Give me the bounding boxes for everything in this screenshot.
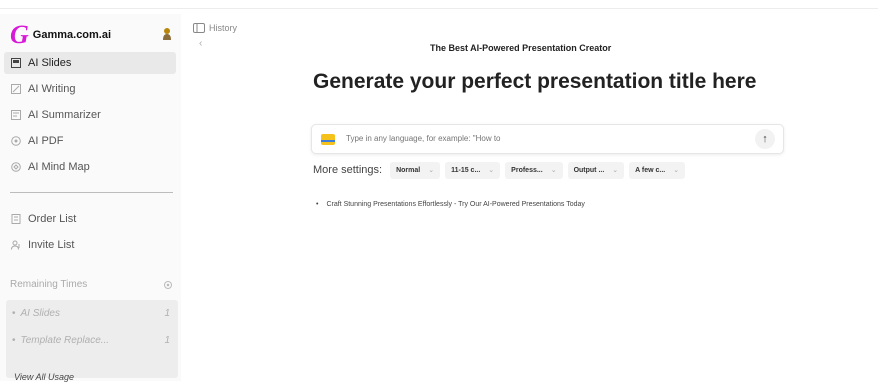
arrow-up-icon: ↑ (762, 133, 768, 145)
sidebar-item-ai-summarizer[interactable]: AI Summarizer (4, 104, 176, 126)
setting-dropdown-output[interactable]: Output ... ⌄ (567, 161, 625, 179)
usage-label: Template Replace... (20, 334, 110, 346)
usage-row: • Template Replace... 1 (12, 334, 170, 346)
logo-text: Gamma.com.ai (32, 29, 112, 41)
sidebar: G Gamma.com.ai AI Slides AI Writing AI S… (0, 14, 181, 382)
setting-value: A few c... (635, 166, 666, 174)
sidebar-item-label: Invite List (28, 239, 75, 251)
mindmap-icon (10, 161, 22, 173)
sidebar-item-ai-mind-map[interactable]: AI Mind Map (4, 156, 176, 178)
logo-mark: G (10, 20, 29, 49)
history-button[interactable]: History (193, 21, 237, 35)
usage-panel: • AI Slides 1 • Template Replace... 1 Vi… (6, 300, 178, 382)
sidebar-item-label: AI Summarizer (28, 109, 101, 121)
setting-value: Output ... (573, 166, 605, 174)
page-subtitle: The Best AI-Powered Presentation Creator (430, 43, 612, 53)
sidebar-item-ai-pdf[interactable]: AI PDF (4, 130, 176, 152)
sidebar-item-ai-slides[interactable]: AI Slides (4, 52, 176, 74)
chevron-down-icon: ⌄ (673, 167, 680, 174)
chevron-down-icon: ⌄ (550, 167, 557, 174)
setting-value: Normal (396, 166, 421, 174)
settings-label: More settings: (313, 164, 383, 176)
collapse-chevron-icon[interactable]: ‹ (199, 38, 202, 49)
usage-count: 1 (164, 307, 170, 319)
slides-icon (10, 57, 22, 69)
setting-dropdown-length[interactable]: 11-15 c... ⌄ (445, 161, 501, 179)
settings-icon[interactable] (163, 280, 173, 290)
usage-count: 1 (164, 334, 170, 346)
sidebar-item-label: AI Mind Map (28, 161, 90, 173)
suggestion-text: Craft Stunning Presentations Effortlessl… (326, 201, 585, 208)
writing-icon (10, 83, 22, 95)
setting-value: 11-15 c... (451, 166, 481, 174)
settings-row: More settings: Normal ⌄ 11-15 c... ⌄ Profe… (313, 161, 690, 179)
setting-dropdown-tone[interactable]: Normal ⌄ (390, 161, 441, 179)
sidebar-item-label: Order List (28, 213, 77, 225)
suggestion-item[interactable]: • Craft Stunning Presentations Effortless… (316, 201, 585, 208)
sidebar-item-invite-list[interactable]: Invite List (4, 234, 176, 256)
prompt-input[interactable] (346, 134, 736, 143)
sidebar-item-label: AI Writing (28, 83, 76, 95)
top-divider (0, 8, 878, 9)
invite-icon (10, 239, 22, 251)
sidebar-divider (10, 192, 173, 193)
chevron-down-icon: ⌄ (612, 167, 619, 174)
pdf-icon (10, 135, 22, 147)
order-icon (10, 213, 22, 225)
send-button[interactable]: ↑ (755, 129, 775, 149)
setting-value: Profess... (511, 166, 543, 174)
logo[interactable]: G Gamma.com.ai (10, 22, 111, 48)
chevron-down-icon: ⌄ (428, 167, 435, 174)
usage-row: • AI Slides 1 (12, 307, 170, 319)
chevron-down-icon: ⌄ (488, 167, 495, 174)
remaining-times-label: Remaining Times (10, 279, 88, 290)
history-label: History (209, 23, 238, 33)
summarizer-icon (10, 109, 22, 121)
prompt-input-box: ↑ (311, 124, 784, 154)
sidebar-item-label: AI Slides (28, 57, 72, 69)
setting-dropdown-style[interactable]: Profess... ⌄ (505, 161, 563, 179)
sidebar-item-order-list[interactable]: Order List (4, 208, 176, 230)
usage-label: AI Slides (20, 307, 60, 319)
sidebar-item-label: AI PDF (28, 135, 64, 147)
page-title: Generate your perfect presentation title… (313, 70, 757, 93)
sidebar-item-ai-writing[interactable]: AI Writing (4, 78, 176, 100)
user-avatar-icon[interactable] (162, 27, 172, 41)
folder-icon[interactable] (321, 134, 335, 145)
setting-dropdown-amount[interactable]: A few c... ⌄ (629, 161, 686, 179)
history-icon (193, 23, 205, 33)
